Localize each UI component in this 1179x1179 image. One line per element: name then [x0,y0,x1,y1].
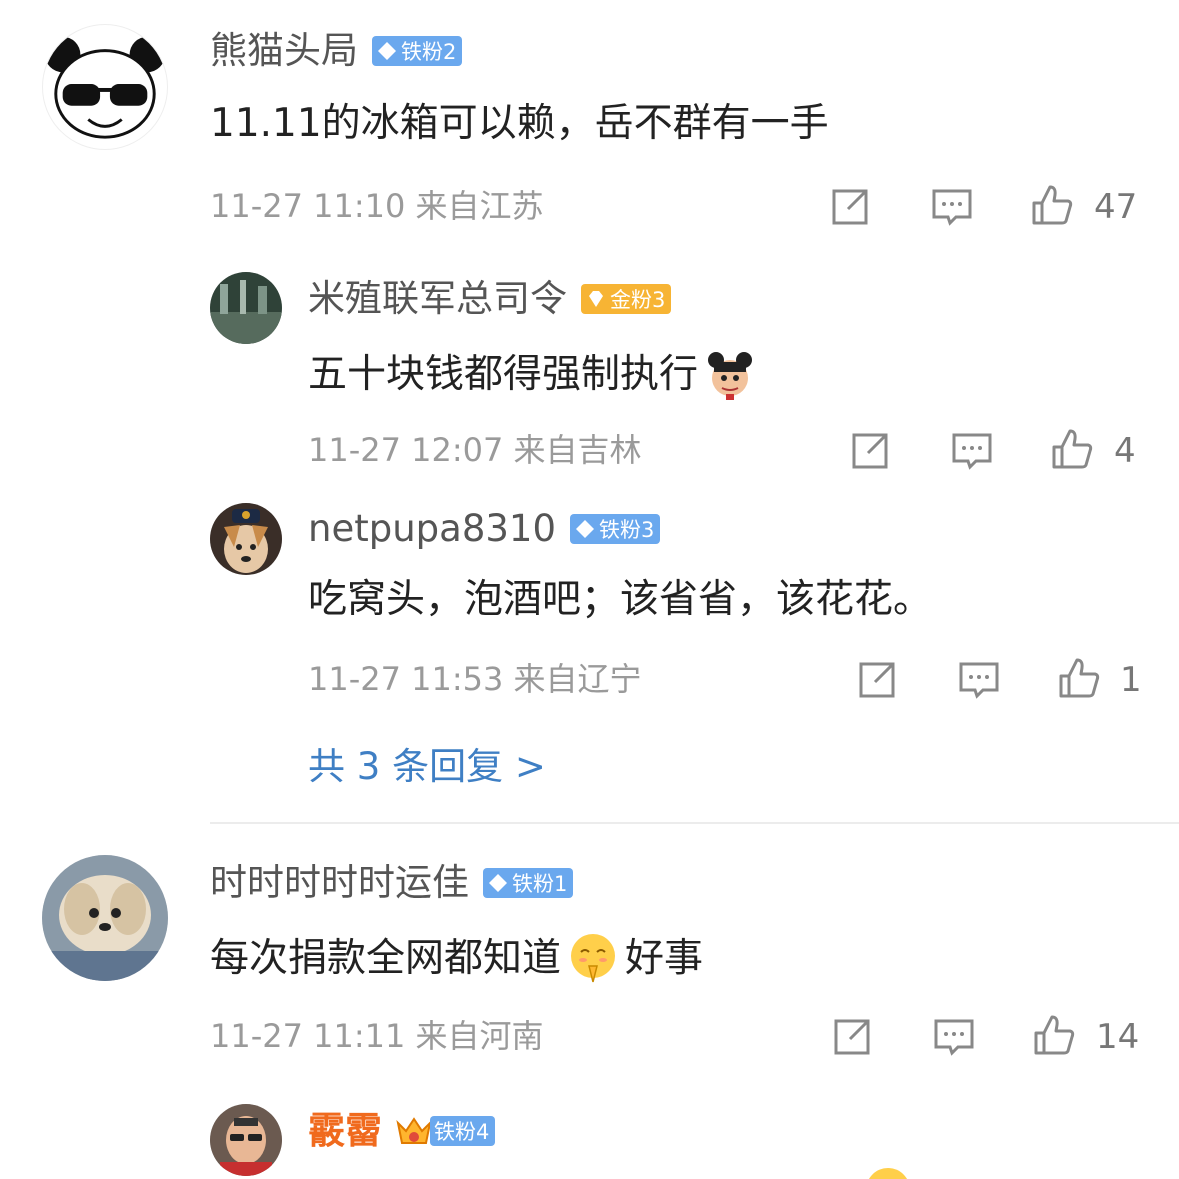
fan-badge-label: 铁粉1 [512,871,568,896]
fan-badge[interactable]: 铁粉3 [569,513,661,544]
like-icon[interactable] [1030,183,1074,227]
comment-icon[interactable] [957,658,1001,702]
repost-icon[interactable] [855,658,899,702]
fan-badge[interactable]: 铁粉1 [483,867,574,898]
fan-badge-label: 铁粉3 [598,517,655,542]
like-icon[interactable] [1057,656,1101,700]
like-count: 14 [1096,1017,1140,1057]
comment-meta: 11-27 11:11 来自河南 [210,1017,544,1055]
like-count: 4 [1114,431,1136,471]
username[interactable]: 熊猫头局 [210,32,358,69]
fan-badge[interactable]: 金粉3 [581,283,672,314]
fan-badge[interactable]: 铁粉4 [430,1115,496,1146]
comment-text: 每次捐款全网都知道 好事 [210,932,703,984]
fan-badge-label: 金粉3 [610,287,666,312]
comment-icon[interactable] [932,1015,976,1059]
comment-text-tail: 好事 [625,935,704,981]
comment-text-body: 每次捐款全网都知道 [210,935,562,981]
diamond-icon [575,519,594,538]
comment-text-body: 五十块钱都得强制执行 [308,351,699,397]
diamond-icon [589,290,603,307]
username[interactable]: 时时时时时运佳 [210,864,469,901]
emoji-partial [864,1166,912,1179]
avatar[interactable] [210,272,282,344]
diamond-icon [489,873,507,892]
fan-badge-label: 铁粉4 [434,1119,490,1144]
divider [210,822,1179,824]
comment-icon[interactable] [950,429,994,473]
comment-text: 吃窝头，泡酒吧；该省省，该花花。 [308,577,933,622]
comment-meta: 11-27 12:07 来自吉林 [308,431,642,469]
like-icon[interactable] [1050,427,1094,471]
diamond-icon [378,41,396,60]
repost-icon[interactable] [830,1015,874,1059]
more-replies-link[interactable]: 共 3 条回复 > [308,748,546,785]
nezha-emoji [704,348,756,400]
avatar[interactable] [42,24,168,150]
fan-badge-label: 铁粉2 [401,39,457,64]
repost-icon[interactable] [848,429,892,473]
crown-icon [396,1116,432,1144]
username[interactable]: netpupa8310 [308,510,556,547]
like-count: 47 [1094,187,1138,227]
fan-badge[interactable]: 铁粉2 [372,35,463,66]
like-count: 1 [1120,660,1142,700]
comment-text: 五十块钱都得强制执行 [308,348,756,400]
like-icon[interactable] [1032,1013,1076,1057]
username[interactable]: 米殖联军总司令 [308,280,567,317]
comment-text: 11.11的冰箱可以赖，岳不群有一手 [210,101,829,146]
comment-meta: 11-27 11:53 来自辽宁 [308,660,642,698]
avatar[interactable] [42,855,168,981]
avatar[interactable] [210,503,282,575]
comment-meta: 11-27 11:10 来自江苏 [210,187,544,225]
comment-icon[interactable] [930,185,974,229]
pray-emoji [567,932,619,984]
username[interactable]: 霰霤 [308,1112,382,1149]
repost-icon[interactable] [828,185,872,229]
avatar[interactable] [210,1104,282,1176]
